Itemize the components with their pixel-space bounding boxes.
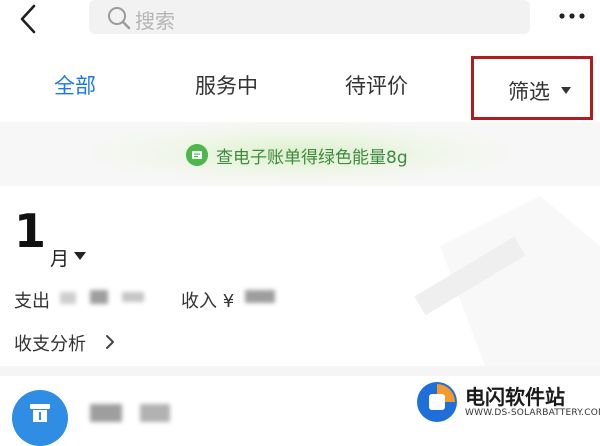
search-placeholder: 搜索 (135, 9, 175, 33)
tab-in-service[interactable]: 服务中 (195, 70, 258, 100)
income-label: 收入 ¥ (181, 291, 235, 312)
month-number[interactable]: 1 (14, 208, 46, 254)
expense-label: 支出 (14, 291, 50, 312)
month-caret-down-icon[interactable] (74, 252, 86, 260)
transaction-category-icon[interactable] (12, 390, 68, 446)
leaf-bill-icon (186, 144, 208, 166)
tab-to-review[interactable]: 待评价 (345, 70, 408, 100)
site-watermark: 电闪软件站 WWW.DS-SOLARBATTERY.COM (405, 376, 600, 426)
banner-text: 查电子账单得绿色能量8g (216, 148, 408, 168)
record-title-redacted (90, 404, 122, 422)
top-bar: 搜索 (0, 0, 600, 44)
record-amount-redacted (140, 404, 170, 422)
caret-down-icon (561, 87, 571, 94)
expense-redacted (60, 292, 76, 304)
watermark-url: WWW.DS-SOLARBATTERY.COM (465, 408, 600, 418)
chevron-right-icon (106, 335, 114, 349)
filter-label: 筛选 (508, 80, 550, 104)
income-expense-analysis-link[interactable]: 收支分析 (14, 330, 86, 356)
more-options-icon[interactable] (557, 10, 587, 22)
receipt-icon (30, 404, 50, 422)
tab-all[interactable]: 全部 (54, 70, 96, 100)
search-input[interactable]: 搜索 (89, 0, 530, 34)
expense-redacted-2 (90, 290, 108, 304)
expense-redacted-3 (122, 292, 144, 302)
month-unit[interactable]: 月 (50, 244, 69, 271)
income-redacted (245, 290, 275, 303)
section-divider (0, 366, 600, 376)
watermark-logo-icon (417, 382, 457, 422)
search-icon (108, 7, 131, 30)
filter-button[interactable]: 筛选 (471, 56, 593, 120)
watermark-title: 电闪软件站 (465, 385, 565, 409)
back-arrow-icon[interactable] (12, 2, 46, 36)
